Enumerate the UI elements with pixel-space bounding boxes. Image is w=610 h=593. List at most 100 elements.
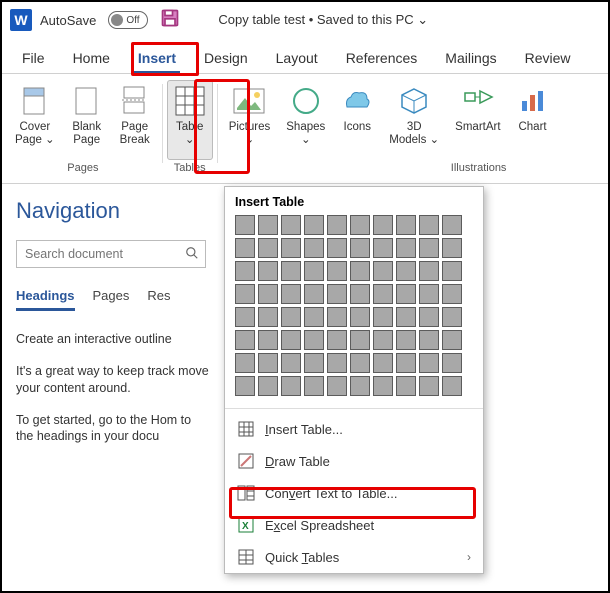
grid-cell[interactable] — [235, 376, 255, 396]
grid-cell[interactable] — [281, 215, 301, 235]
tab-review[interactable]: Review — [511, 43, 585, 73]
grid-cell[interactable] — [419, 284, 439, 304]
grid-cell[interactable] — [419, 376, 439, 396]
grid-cell[interactable] — [350, 376, 370, 396]
grid-cell[interactable] — [419, 238, 439, 258]
grid-cell[interactable] — [281, 261, 301, 281]
tab-references[interactable]: References — [332, 43, 432, 73]
grid-cell[interactable] — [442, 215, 462, 235]
grid-cell[interactable] — [350, 330, 370, 350]
table-size-grid[interactable] — [225, 215, 483, 404]
grid-cell[interactable] — [373, 307, 393, 327]
pictures-button[interactable]: Pictures ⌄ — [222, 80, 278, 160]
grid-cell[interactable] — [350, 238, 370, 258]
grid-cell[interactable] — [327, 284, 347, 304]
grid-cell[interactable] — [396, 353, 416, 373]
grid-cell[interactable] — [419, 261, 439, 281]
search-input[interactable] — [23, 246, 199, 262]
grid-cell[interactable] — [396, 376, 416, 396]
smartart-button[interactable]: SmartArt — [448, 80, 507, 160]
grid-cell[interactable] — [419, 330, 439, 350]
save-button[interactable] — [160, 8, 180, 33]
grid-cell[interactable] — [235, 215, 255, 235]
convert-text-item[interactable]: Convert Text to Table... — [225, 477, 483, 509]
nav-tab-results[interactable]: Res — [147, 288, 170, 311]
grid-cell[interactable] — [327, 238, 347, 258]
grid-cell[interactable] — [304, 376, 324, 396]
grid-cell[interactable] — [258, 376, 278, 396]
tab-insert[interactable]: Insert — [124, 43, 190, 73]
grid-cell[interactable] — [235, 330, 255, 350]
tab-design[interactable]: Design — [190, 43, 262, 73]
grid-cell[interactable] — [235, 284, 255, 304]
grid-cell[interactable] — [419, 353, 439, 373]
grid-cell[interactable] — [258, 238, 278, 258]
grid-cell[interactable] — [327, 330, 347, 350]
tab-home[interactable]: Home — [59, 43, 124, 73]
grid-cell[interactable] — [373, 261, 393, 281]
grid-cell[interactable] — [442, 376, 462, 396]
grid-cell[interactable] — [258, 330, 278, 350]
grid-cell[interactable] — [327, 376, 347, 396]
grid-cell[interactable] — [281, 307, 301, 327]
grid-cell[interactable] — [419, 307, 439, 327]
grid-cell[interactable] — [304, 238, 324, 258]
excel-spreadsheet-item[interactable]: X Excel Spreadsheet — [225, 509, 483, 541]
grid-cell[interactable] — [258, 353, 278, 373]
grid-cell[interactable] — [373, 330, 393, 350]
nav-tab-pages[interactable]: Pages — [93, 288, 130, 311]
grid-cell[interactable] — [373, 284, 393, 304]
grid-cell[interactable] — [396, 215, 416, 235]
tab-mailings[interactable]: Mailings — [431, 43, 510, 73]
autosave-toggle[interactable]: Off — [108, 11, 148, 29]
grid-cell[interactable] — [304, 307, 324, 327]
search-box[interactable] — [16, 240, 206, 268]
draw-table-item[interactable]: Draw Table — [225, 445, 483, 477]
grid-cell[interactable] — [327, 215, 347, 235]
icons-button[interactable]: Icons — [334, 80, 380, 160]
shapes-button[interactable]: Shapes ⌄ — [279, 80, 332, 160]
grid-cell[interactable] — [235, 261, 255, 281]
quick-tables-item[interactable]: Quick Tables › — [225, 541, 483, 573]
grid-cell[interactable] — [373, 353, 393, 373]
grid-cell[interactable] — [373, 215, 393, 235]
grid-cell[interactable] — [258, 215, 278, 235]
grid-cell[interactable] — [235, 238, 255, 258]
grid-cell[interactable] — [442, 261, 462, 281]
grid-cell[interactable] — [396, 330, 416, 350]
grid-cell[interactable] — [327, 307, 347, 327]
grid-cell[interactable] — [350, 284, 370, 304]
document-title[interactable]: Copy table test • Saved to this PC ⌄ — [218, 12, 428, 28]
grid-cell[interactable] — [442, 238, 462, 258]
page-break-button[interactable]: Page Break — [112, 80, 158, 160]
grid-cell[interactable] — [396, 261, 416, 281]
grid-cell[interactable] — [396, 238, 416, 258]
grid-cell[interactable] — [327, 353, 347, 373]
grid-cell[interactable] — [373, 238, 393, 258]
grid-cell[interactable] — [350, 353, 370, 373]
table-button[interactable]: Table ⌄ — [167, 80, 213, 160]
grid-cell[interactable] — [235, 307, 255, 327]
blank-page-button[interactable]: Blank Page — [64, 80, 110, 160]
grid-cell[interactable] — [327, 261, 347, 281]
grid-cell[interactable] — [442, 330, 462, 350]
grid-cell[interactable] — [281, 284, 301, 304]
grid-cell[interactable] — [419, 215, 439, 235]
grid-cell[interactable] — [350, 215, 370, 235]
cover-page-button[interactable]: Cover Page ⌄ — [8, 80, 62, 160]
insert-table-item[interactable]: Insert Table... — [225, 413, 483, 445]
grid-cell[interactable] — [396, 307, 416, 327]
grid-cell[interactable] — [258, 284, 278, 304]
grid-cell[interactable] — [281, 353, 301, 373]
grid-cell[interactable] — [281, 376, 301, 396]
grid-cell[interactable] — [304, 353, 324, 373]
grid-cell[interactable] — [442, 284, 462, 304]
grid-cell[interactable] — [350, 261, 370, 281]
tab-file[interactable]: File — [8, 43, 59, 73]
grid-cell[interactable] — [350, 307, 370, 327]
chart-button[interactable]: Chart — [510, 80, 556, 160]
grid-cell[interactable] — [235, 353, 255, 373]
grid-cell[interactable] — [304, 284, 324, 304]
grid-cell[interactable] — [304, 261, 324, 281]
grid-cell[interactable] — [304, 330, 324, 350]
